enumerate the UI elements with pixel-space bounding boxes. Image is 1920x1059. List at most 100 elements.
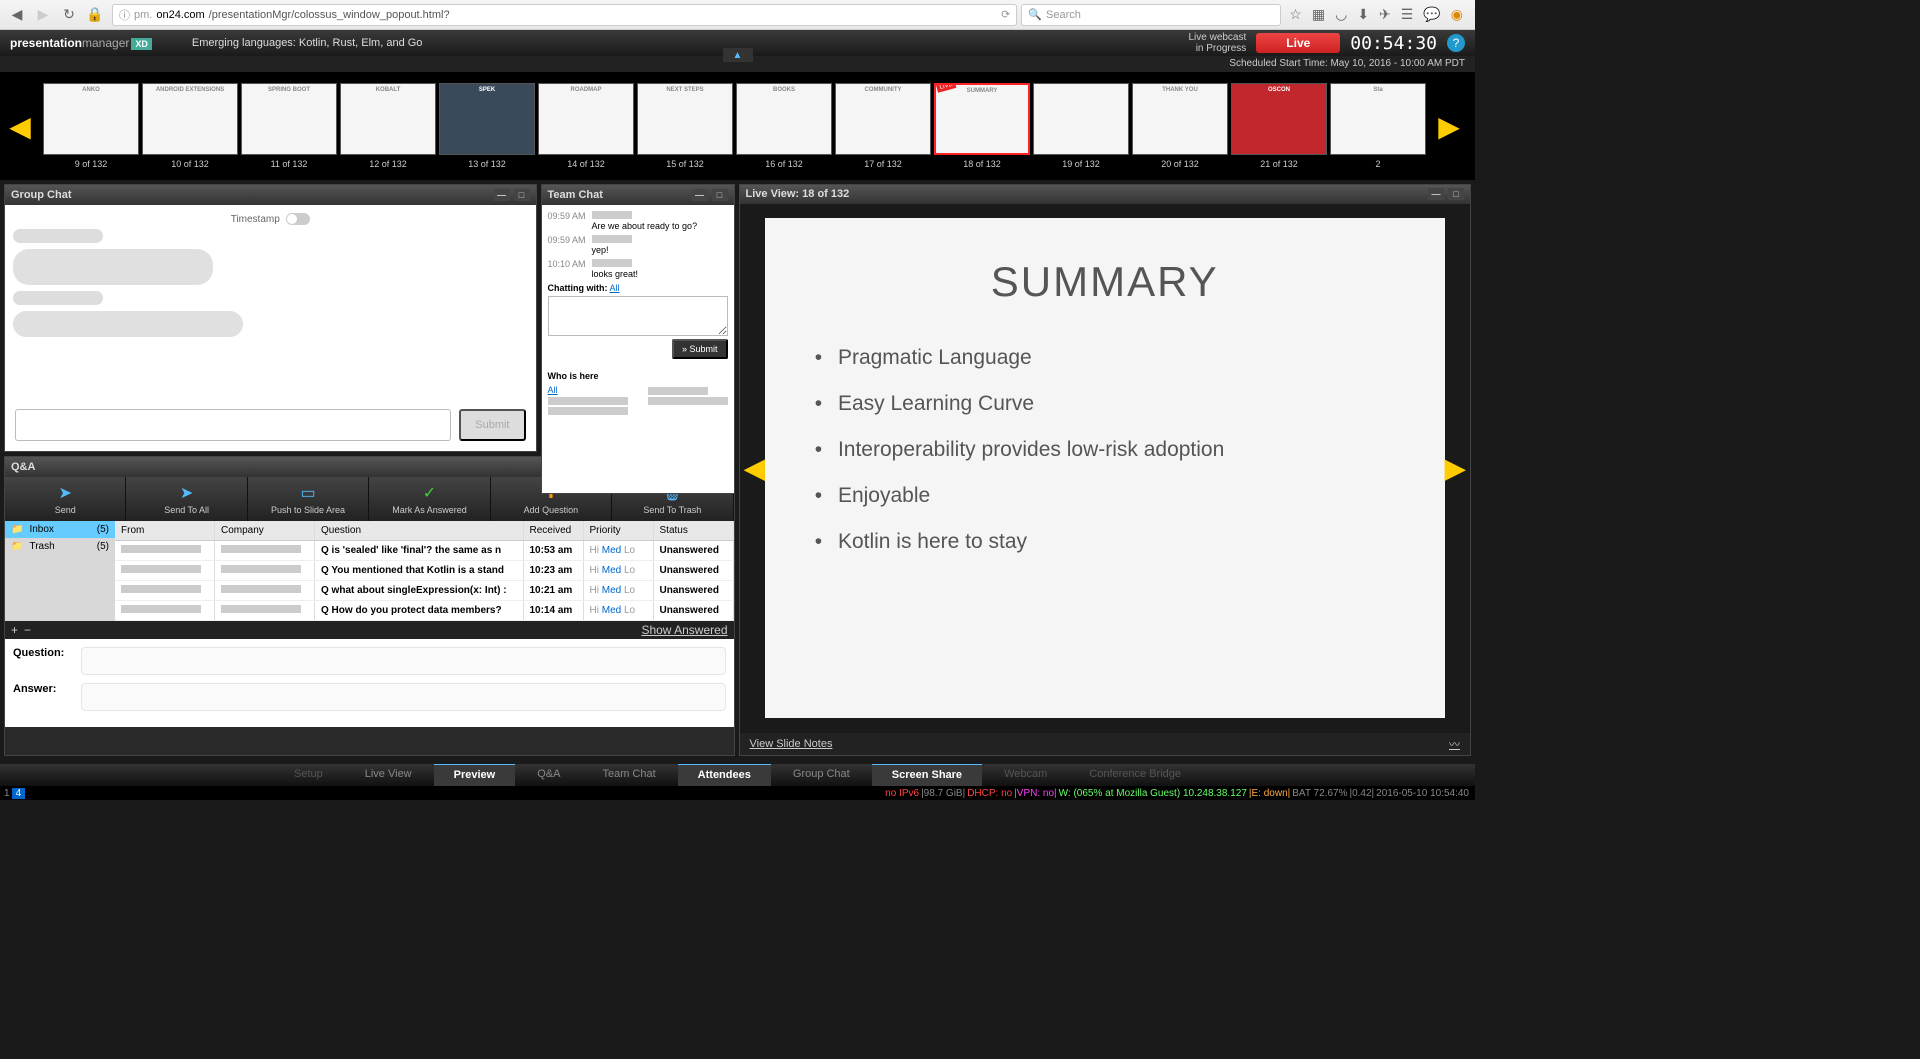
- qa-tool-push-to-slide-area[interactable]: ▭Push to Slide Area: [248, 477, 369, 521]
- qa-table: From Company Question Received Priority …: [115, 521, 734, 621]
- tab-preview[interactable]: Preview: [434, 764, 516, 786]
- qa-tool-mark-as-answered[interactable]: ✓Mark As Answered: [369, 477, 490, 521]
- profile-icon[interactable]: ◉: [1451, 6, 1463, 23]
- col-question[interactable]: Question: [315, 521, 524, 540]
- group-chat-panel: Group Chat — □ Timestamp: [4, 184, 537, 452]
- tab-webcam[interactable]: Webcam: [984, 764, 1067, 786]
- search-input[interactable]: 🔍 Search: [1021, 4, 1281, 26]
- group-chat-input[interactable]: [15, 409, 451, 441]
- slide-thumb[interactable]: SPEK 13 of 132: [439, 83, 535, 169]
- chat-icon[interactable]: 💬: [1423, 6, 1440, 23]
- slide-thumb[interactable]: COMMUNITY 17 of 132: [835, 83, 931, 169]
- minimize-icon[interactable]: —: [692, 189, 708, 201]
- col-received[interactable]: Received: [524, 521, 584, 540]
- slide-thumb[interactable]: SPRING BOOT 11 of 132: [241, 83, 337, 169]
- tab-team-chat[interactable]: Team Chat: [582, 764, 675, 786]
- team-chat-message: 10:10 AM looks great!: [548, 259, 728, 279]
- tab-conference-bridge[interactable]: Conference Bridge: [1069, 764, 1201, 786]
- strip-next-button[interactable]: ▶: [1429, 76, 1469, 176]
- help-icon[interactable]: ?: [1447, 34, 1465, 52]
- url-bar[interactable]: ⓘ pm.on24.com/presentationMgr/colossus_w…: [112, 4, 1017, 26]
- team-chat-title: Team Chat: [548, 189, 603, 201]
- back-button[interactable]: ◀: [4, 3, 30, 27]
- slide-bullet: Enjoyable: [815, 484, 1395, 508]
- tab-live-view[interactable]: Live View: [345, 764, 432, 786]
- lock-icon: 🔒: [82, 3, 108, 27]
- col-company[interactable]: Company: [215, 521, 315, 540]
- strip-prev-button[interactable]: ◀: [0, 76, 40, 176]
- slide-thumb[interactable]: KOBALT 12 of 132: [340, 83, 436, 169]
- pocket-icon[interactable]: ▦: [1312, 6, 1325, 23]
- minimize-icon[interactable]: —: [494, 189, 510, 201]
- view-slide-notes-link[interactable]: View Slide Notes: [750, 738, 833, 750]
- who-all-link[interactable]: All: [548, 385, 558, 395]
- collapse-strip-button[interactable]: ▲: [723, 48, 753, 62]
- presentation-title: Emerging languages: Kotlin, Rust, Elm, a…: [192, 37, 423, 49]
- maximize-icon[interactable]: □: [514, 189, 530, 201]
- tab-attendees[interactable]: Attendees: [678, 764, 771, 786]
- chat-bubble: [13, 249, 213, 285]
- reload-button[interactable]: ↻: [56, 3, 82, 27]
- slide-thumb[interactable]: BOOKS 16 of 132: [736, 83, 832, 169]
- slide-thumb[interactable]: ROADMAP 14 of 132: [538, 83, 634, 169]
- slide-thumb[interactable]: ANDROID EXTENSIONS 10 of 132: [142, 83, 238, 169]
- menu-icon[interactable]: ☰: [1401, 6, 1414, 23]
- tab-group-chat[interactable]: Group Chat: [773, 764, 870, 786]
- qa-row[interactable]: Q You mentioned that Kotlin is a stand 1…: [115, 561, 734, 581]
- qa-folder-inbox[interactable]: 📁Inbox(5): [5, 521, 115, 538]
- qa-row[interactable]: Q is 'sealed' like 'final'? the same as …: [115, 541, 734, 561]
- answer-label: Answer:: [13, 683, 73, 711]
- col-status[interactable]: Status: [654, 521, 734, 540]
- slide-thumb[interactable]: Sta 2: [1330, 83, 1426, 169]
- show-answered-link[interactable]: Show Answered: [641, 623, 727, 637]
- col-from[interactable]: From: [115, 521, 215, 540]
- tab-setup[interactable]: Setup: [274, 764, 343, 786]
- minimize-icon[interactable]: —: [1428, 188, 1444, 200]
- plus-button[interactable]: +: [11, 623, 18, 637]
- slide-thumb[interactable]: 19 of 132: [1033, 83, 1129, 169]
- qa-row[interactable]: Q what about singleExpression(x: Int) : …: [115, 581, 734, 601]
- slide-bullet: Kotlin is here to stay: [815, 530, 1395, 554]
- timestamp-toggle[interactable]: [286, 213, 310, 225]
- tab-screen-share[interactable]: Screen Share: [872, 764, 982, 786]
- timer: 00:54:30: [1350, 33, 1437, 54]
- qa-tool-send-to-all[interactable]: ➤Send To All: [126, 477, 247, 521]
- question-label: Question:: [13, 647, 73, 675]
- group-chat-submit[interactable]: Submit: [459, 409, 525, 441]
- minus-button[interactable]: −: [24, 623, 31, 637]
- team-chat-input[interactable]: [548, 296, 728, 336]
- qa-row[interactable]: Q How do you protect data members? 10:14…: [115, 601, 734, 621]
- info-icon[interactable]: ⓘ: [119, 7, 130, 23]
- search-icon: 🔍: [1028, 8, 1042, 21]
- team-chat-panel: Team Chat — □ 09:59 AM Are we about read…: [541, 184, 735, 494]
- slide-thumb[interactable]: NEXT STEPS 15 of 132: [637, 83, 733, 169]
- folder-icon: 📁: [11, 524, 23, 535]
- prev-slide-button[interactable]: ◀: [744, 452, 766, 485]
- live-button[interactable]: Live: [1256, 33, 1340, 53]
- slide-bullet: Easy Learning Curve: [815, 392, 1395, 416]
- chatting-with-link[interactable]: All: [610, 283, 620, 293]
- send-icon[interactable]: ✈: [1379, 6, 1391, 23]
- question-input[interactable]: [81, 647, 726, 675]
- maximize-icon[interactable]: □: [712, 189, 728, 201]
- answer-input[interactable]: [81, 683, 726, 711]
- slide-thumb[interactable]: OSCON 21 of 132: [1231, 83, 1327, 169]
- next-slide-button[interactable]: ▶: [1444, 452, 1466, 485]
- chat-bubble: [13, 311, 243, 337]
- qa-tool-send[interactable]: ➤Send: [5, 477, 126, 521]
- download-icon[interactable]: ⬇: [1357, 6, 1369, 23]
- qa-folder-trash[interactable]: 📁Trash(5): [5, 538, 115, 555]
- slide-thumb[interactable]: ANKO 9 of 132: [43, 83, 139, 169]
- save-icon[interactable]: ◡: [1335, 6, 1347, 23]
- slide-thumb[interactable]: LIVE SUMMARY 18 of 132: [934, 83, 1030, 169]
- col-priority[interactable]: Priority: [584, 521, 654, 540]
- forward-button[interactable]: ▶: [30, 3, 56, 27]
- maximize-icon[interactable]: □: [1448, 188, 1464, 200]
- tab-q&a[interactable]: Q&A: [517, 764, 580, 786]
- slide-thumb[interactable]: THANK YOU 20 of 132: [1132, 83, 1228, 169]
- reader-icon[interactable]: ⟳: [1001, 8, 1010, 21]
- chat-bubble: [13, 291, 103, 305]
- team-chat-submit[interactable]: » Submit: [672, 339, 728, 359]
- chat-bubble: [13, 229, 103, 243]
- bookmark-icon[interactable]: ☆: [1289, 6, 1302, 23]
